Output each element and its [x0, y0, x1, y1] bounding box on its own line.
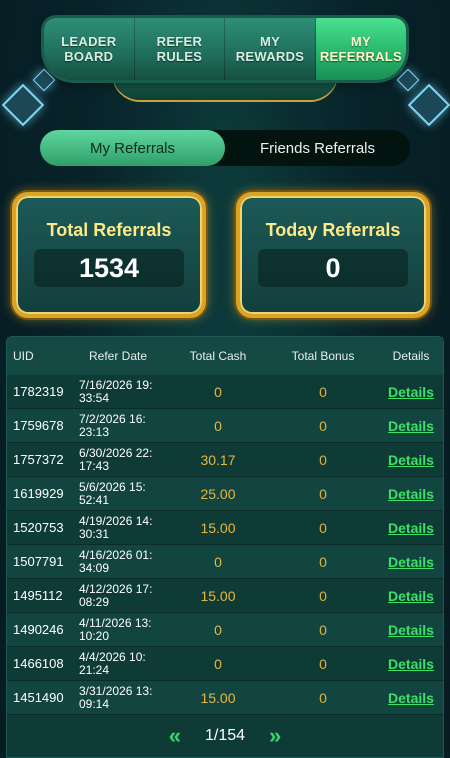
header-details: Details: [392, 349, 430, 363]
total-cash-cell: 0: [214, 417, 222, 434]
total-cash-cell: 15.00: [200, 519, 236, 536]
tab-my-referrals[interactable]: MY REFERRALS: [315, 18, 406, 80]
refer-date-cell: 4/4/2026 10: 21:24: [79, 649, 146, 677]
pagination: « 1/154 »: [7, 721, 443, 751]
uid-cell: 1466108: [13, 656, 64, 671]
total-bonus-cell: 0: [319, 451, 327, 468]
refer-date-cell: 4/16/2026 01: 34:09: [79, 547, 153, 575]
refer-date-cell: 3/31/2026 13: 09:14: [79, 683, 153, 711]
details-link[interactable]: Details: [379, 622, 443, 638]
uid-cell: 1782319: [13, 384, 64, 399]
details-link[interactable]: Details: [379, 554, 443, 570]
header-total-cash: Total Cash: [189, 349, 247, 363]
total-bonus-cell: 0: [319, 655, 327, 672]
header-uid: UID: [13, 349, 34, 363]
total-cash-cell: 0: [214, 655, 222, 672]
friends-referrals-button[interactable]: Friends Referrals: [225, 130, 410, 166]
table-row: 1495112 4/12/2026 17: 08:29 15.00 0 Details: [7, 579, 443, 613]
total-bonus-cell: 0: [319, 417, 327, 434]
total-cash-cell: 0: [214, 383, 222, 400]
tab-leader-board[interactable]: LEADER BOARD: [44, 18, 135, 80]
total-cash-cell: 0: [214, 553, 222, 570]
details-link[interactable]: Details: [379, 690, 443, 706]
total-cash-cell: 15.00: [200, 587, 236, 604]
table-body: 1782319 7/16/2026 19: 33:54 0 0 Details 17596…: [7, 375, 443, 715]
table-row: 1757372 6/30/2026 22: 17:43 30.17 0 Details: [7, 443, 443, 477]
uid-cell: 1451490: [13, 690, 64, 705]
refer-date-cell: 4/11/2026 13: 10:20: [79, 615, 152, 643]
total-bonus-cell: 0: [319, 587, 327, 604]
table-row: 1490246 4/11/2026 13: 10:20 0 0 Details: [7, 613, 443, 647]
refer-date-cell: 4/12/2026 17: 08:29: [79, 581, 153, 609]
details-link[interactable]: Details: [379, 486, 443, 502]
total-bonus-cell: 0: [319, 383, 327, 400]
table-row: 1466108 4/4/2026 10: 21:24 0 0 Details: [7, 647, 443, 681]
refer-date-cell: 4/19/2026 14: 30:31: [79, 513, 153, 541]
referrals-table: UID Refer Date Total Cash Total Bonus De…: [6, 336, 444, 758]
total-cash-cell: 15.00: [200, 689, 236, 706]
details-link[interactable]: Details: [379, 384, 443, 400]
uid-cell: 1759678: [13, 418, 64, 433]
my-referrals-button[interactable]: My Referrals: [40, 130, 225, 166]
refer-date-cell: 5/6/2026 15: 52:41: [79, 479, 146, 507]
total-bonus-cell: 0: [319, 519, 327, 536]
total-referrals-card: Total Referrals 1534: [12, 192, 206, 318]
uid-cell: 1495112: [13, 588, 63, 603]
refer-date-cell: 7/16/2026 19: 33:54: [79, 377, 153, 405]
total-bonus-cell: 0: [319, 689, 327, 706]
header-refer-date: Refer Date: [88, 349, 148, 363]
details-link[interactable]: Details: [379, 418, 443, 434]
table-row: 1782319 7/16/2026 19: 33:54 0 0 Details: [7, 375, 443, 409]
total-referrals-label: Total Referrals: [46, 220, 172, 240]
top-nav: LEADER BOARD REFER RULES MY REWARDS MY R…: [44, 18, 406, 80]
details-link[interactable]: Details: [379, 452, 443, 468]
uid-cell: 1619929: [13, 486, 64, 501]
header-total-bonus: Total Bonus: [291, 349, 355, 363]
page-indicator: 1/154: [204, 727, 246, 744]
total-cash-cell: 30.17: [200, 451, 236, 468]
total-bonus-cell: 0: [319, 553, 327, 570]
table-row: 1759678 7/2/2026 16: 23:13 0 0 Details: [7, 409, 443, 443]
tab-refer-rules[interactable]: REFER RULES: [135, 18, 226, 80]
table-row: 1520753 4/19/2026 14: 30:31 15.00 0 Details: [7, 511, 443, 545]
tab-my-rewards[interactable]: MY REWARDS: [225, 18, 316, 80]
table-row: 1507791 4/16/2026 01: 34:09 0 0 Details: [7, 545, 443, 579]
double-chevron-right-icon[interactable]: »: [269, 723, 281, 749]
details-link[interactable]: Details: [379, 656, 443, 672]
today-referrals-value: 0: [258, 249, 408, 287]
total-bonus-cell: 0: [319, 621, 327, 638]
refer-date-cell: 6/30/2026 22: 17:43: [79, 445, 153, 473]
table-row: 1451490 3/31/2026 13: 09:14 15.00 0 Details: [7, 681, 443, 715]
details-link[interactable]: Details: [379, 588, 443, 604]
today-referrals-card: Today Referrals 0: [236, 192, 430, 318]
details-link[interactable]: Details: [379, 520, 443, 536]
uid-cell: 1757372: [13, 452, 64, 467]
uid-cell: 1507791: [13, 554, 64, 569]
referral-type-toggle: My Referrals Friends Referrals: [40, 130, 410, 166]
total-cash-cell: 25.00: [200, 485, 236, 502]
table-row: 1619929 5/6/2026 15: 52:41 25.00 0 Details: [7, 477, 443, 511]
uid-cell: 1520753: [13, 520, 64, 535]
today-referrals-label: Today Referrals: [265, 220, 401, 240]
total-referrals-value: 1534: [34, 249, 184, 287]
table-header: UID Refer Date Total Cash Total Bonus De…: [7, 337, 443, 375]
refer-date-cell: 7/2/2026 16: 23:13: [79, 411, 146, 439]
total-cash-cell: 0: [214, 621, 222, 638]
uid-cell: 1490246: [13, 622, 64, 637]
double-chevron-left-icon[interactable]: «: [169, 723, 181, 749]
total-bonus-cell: 0: [319, 485, 327, 502]
